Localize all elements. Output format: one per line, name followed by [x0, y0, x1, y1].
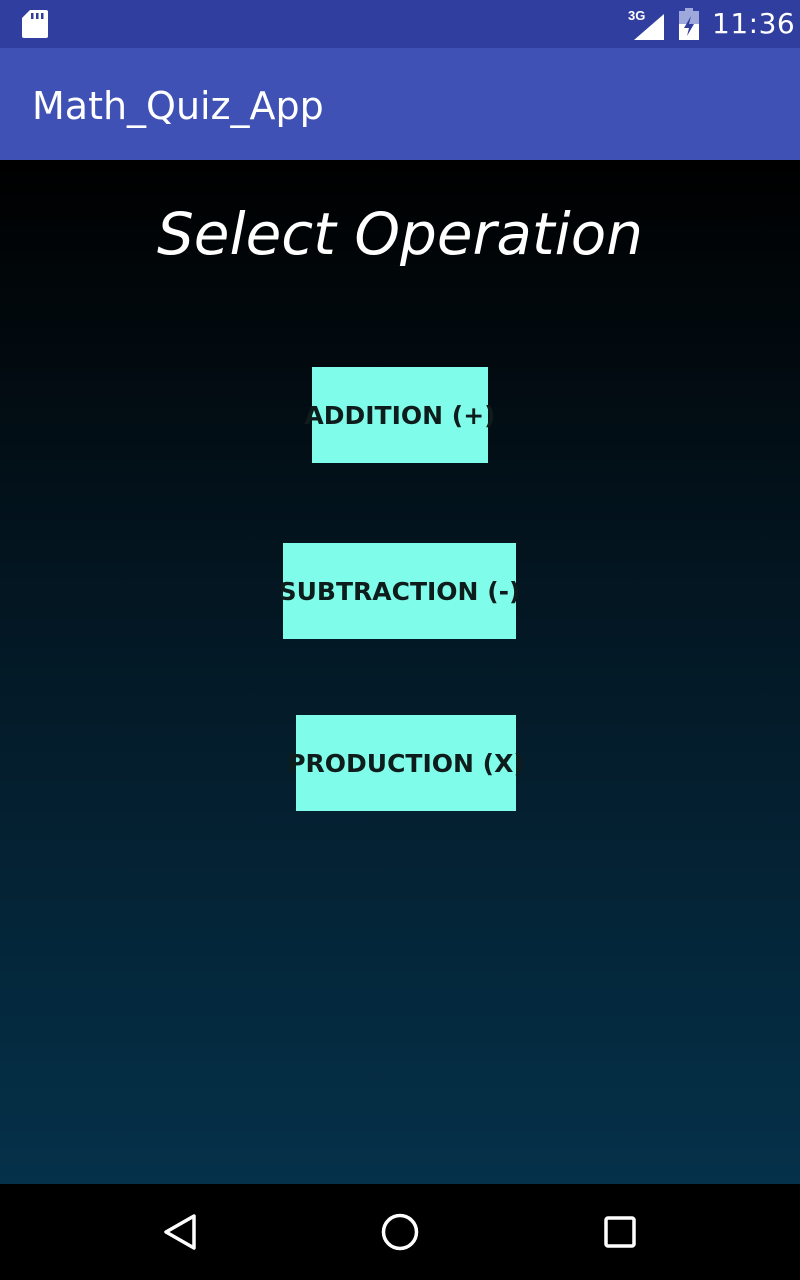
main-content: Select Operation ADDITION (+) SUBTRACTIO…	[0, 160, 800, 1184]
navigation-bar	[0, 1184, 800, 1280]
clock: 11:36	[712, 7, 796, 40]
addition-button[interactable]: ADDITION (+)	[304, 367, 496, 463]
page-title: Select Operation	[156, 200, 643, 268]
production-button[interactable]: PRODUCTION (X)	[287, 715, 525, 811]
recent-apps-icon[interactable]	[600, 1212, 640, 1252]
app-bar: Math_Quiz_App	[0, 48, 800, 160]
app-title: Math_Quiz_App	[32, 84, 324, 128]
status-bar: 3G 11:36	[0, 0, 800, 48]
signal-icon	[634, 14, 664, 40]
sd-card-icon	[22, 10, 48, 38]
signal-indicator: 3G	[626, 8, 666, 40]
home-icon[interactable]	[380, 1212, 420, 1252]
subtraction-button[interactable]: SUBTRACTION (-)	[279, 543, 520, 639]
back-icon[interactable]	[160, 1212, 200, 1252]
battery-icon	[679, 8, 699, 40]
